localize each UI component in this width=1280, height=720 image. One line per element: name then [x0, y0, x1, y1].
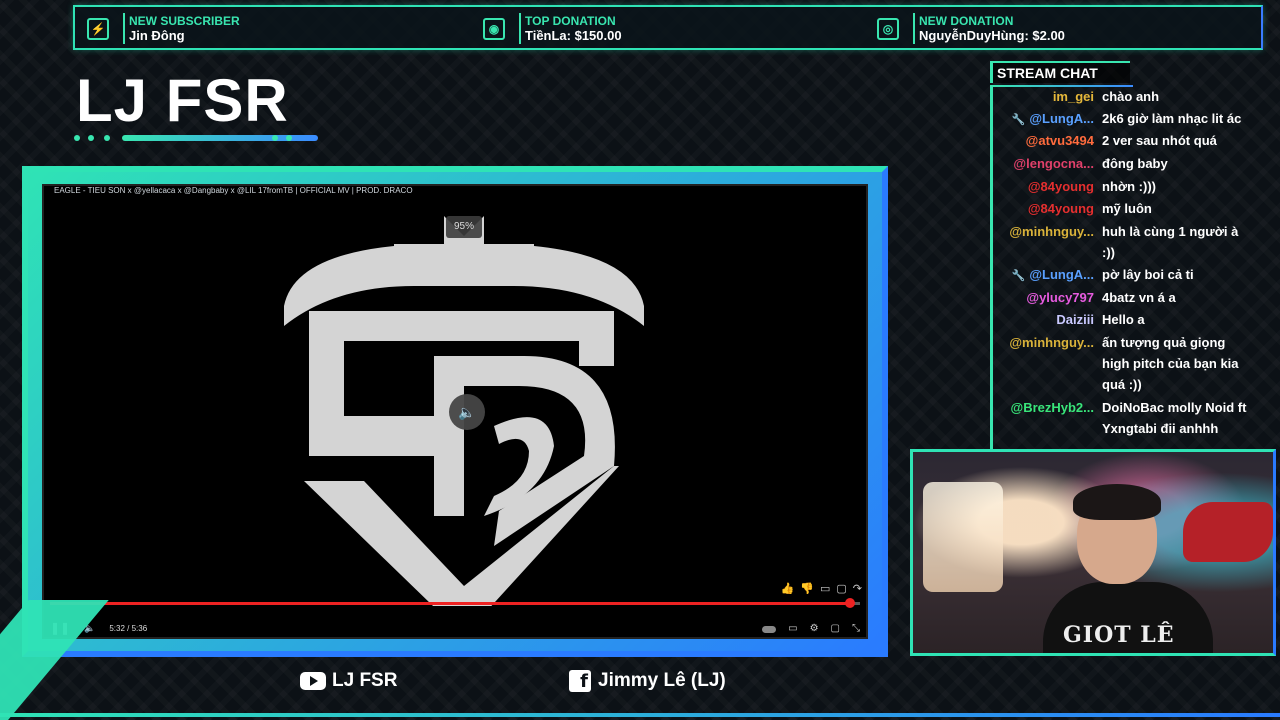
wrench-icon: 🔧	[1011, 114, 1026, 126]
chat-text: pờ lây boi cả ti	[1102, 267, 1194, 282]
comment-icon[interactable]: ▭	[820, 582, 830, 595]
webcam-feed: GIOT LÊ	[910, 449, 1276, 656]
wrench-icon: 🔧	[1011, 270, 1026, 282]
chat-list: im_gei chào anh 🔧 @LungA... 2k6 giờ làm nhạc…	[996, 88, 1280, 448]
dislike-icon[interactable]: 👎	[800, 582, 814, 595]
chat-title: STREAM CHAT	[997, 65, 1098, 81]
chat-text: 2 ver sau nhót quá	[1102, 133, 1217, 148]
chat-username[interactable]: @atvu3494	[996, 130, 1102, 151]
streamer: GIOT LÊ	[1043, 484, 1213, 653]
time-display: 5:32 / 5:36	[109, 623, 148, 633]
alert-top-donation: ◉ TOP DONATION TiềnLa: $150.00	[483, 13, 622, 44]
chat-message: @84young nhờn :)))	[996, 176, 1280, 197]
share-icon[interactable]: ↷	[853, 582, 862, 595]
alert-new-donation: ◎ NEW DONATION NguyễnDuyHùng: $2.00	[877, 13, 1065, 44]
alert-label: NEW SUBSCRIBER	[129, 13, 240, 28]
captions-icon[interactable]: ▭	[788, 623, 797, 634]
chat-message: Daiziii Hello a	[996, 309, 1280, 330]
title-underline	[74, 134, 318, 142]
chat-username[interactable]: im_gei	[996, 88, 1102, 107]
youtube-icon	[300, 672, 326, 690]
chat-username[interactable]: @84young	[996, 198, 1102, 219]
chat-message: @minhnguy... ấn tượng quả giọng high pitc…	[996, 332, 1280, 395]
chat-username[interactable]: 🔧 @LungA...	[996, 108, 1102, 131]
cash-icon: ◎	[877, 17, 899, 40]
alert-label: TOP DONATION	[525, 13, 616, 28]
fullscreen-exit-icon[interactable]: ⤡	[852, 623, 860, 634]
chat-message: 🔧 @LungA... pờ lây boi cả ti	[996, 264, 1280, 287]
chat-username[interactable]: 🔧 @LungA...	[996, 264, 1102, 287]
chat-text: nhờn :)))	[1102, 179, 1156, 194]
facebook-handle: Jimmy Lê (LJ)	[598, 670, 726, 691]
chat-text: 2k6 giờ làm nhạc lit ác	[1102, 111, 1242, 126]
chat-message: @atvu3494 2 ver sau nhót quá	[996, 130, 1280, 151]
chat-message: @lengocna... đông baby	[996, 153, 1280, 174]
chat-username[interactable]: @BrezHyb2...	[996, 397, 1102, 439]
youtube-handle: LJ FSR	[332, 670, 398, 691]
chat-text: DoiNoBac molly Noid ft Yxngtabi đii anhh…	[1102, 400, 1247, 436]
like-icon[interactable]: 👍	[781, 582, 795, 595]
chat-message: 🔧 @LungA... 2k6 giờ làm nhạc lit ác	[996, 108, 1280, 131]
chat-message: @ylucy797 4batz vn á a	[996, 287, 1280, 308]
video-title[interactable]: EAGLE - TIEU SON x @yellacaca x @Dangbab…	[54, 186, 413, 195]
video-player[interactable]: EAGLE - TIEU SON x @yellacaca x @Dangbab…	[42, 184, 868, 639]
alert-value: Jin Đông	[129, 27, 185, 43]
chat-message: @BrezHyb2... DoiNoBac molly Noid ft Yxngt…	[996, 397, 1280, 439]
chat-username[interactable]: @84young	[996, 176, 1102, 197]
miniplayer-icon[interactable]: ▢	[831, 623, 840, 634]
chat-text: huh là cùng 1 người à :))	[1102, 224, 1239, 260]
shirt-text: GIOT LÊ	[1063, 622, 1175, 648]
volume-icon[interactable]: 🔈	[449, 394, 485, 430]
alert-value: TiềnLa: $150.00	[525, 27, 622, 43]
chat-username[interactable]: @minhnguy...	[996, 221, 1102, 263]
footer-youtube[interactable]: LJ FSR	[300, 670, 397, 692]
autoplay-toggle[interactable]	[762, 625, 777, 633]
progress-knob[interactable]	[845, 598, 856, 608]
video-action-icons: 👍 👎 ▭ ▢ ↷	[781, 582, 862, 595]
chat-username-text: @LungA...	[1029, 267, 1094, 282]
camera-icon: ◉	[483, 17, 505, 40]
corner-decoration	[0, 600, 109, 720]
video-frame: EAGLE - TIEU SON x @yellacaca x @Dangbab…	[22, 166, 888, 657]
chat-icon[interactable]: ▢	[836, 582, 846, 595]
lightning-icon: ⚡	[87, 17, 109, 40]
footer-facebook[interactable]: f Jimmy Lê (LJ)	[569, 670, 726, 692]
chat-message: im_gei chào anh	[996, 88, 1280, 107]
chat-username[interactable]: @minhnguy...	[996, 332, 1102, 395]
player-controls: ❚❚ 🔈 5:32 / 5:36 ▭ ⚙ ▢ ⤡	[50, 618, 860, 638]
chat-text: ấn tượng quả giọng high pitch của bạn ki…	[1102, 335, 1239, 392]
chat-text: 4batz vn á a	[1102, 290, 1176, 305]
stream-chat-header: STREAM CHAT	[990, 61, 1133, 87]
settings-icon[interactable]: ⚙	[810, 623, 819, 634]
volume-badge: 95%	[446, 216, 482, 238]
channel-title: LJ FSR	[76, 67, 289, 134]
lamp-light	[923, 482, 1003, 592]
chat-username[interactable]: @lengocna...	[996, 153, 1102, 174]
chat-text: đông baby	[1102, 156, 1168, 171]
chat-message: @minhnguy... huh là cùng 1 người à :))	[996, 221, 1280, 263]
chat-rail	[990, 85, 993, 450]
chat-username[interactable]: Daiziii	[996, 309, 1102, 330]
chat-username-text: @LungA...	[1029, 111, 1094, 126]
bottom-accent-line	[0, 713, 1280, 717]
facebook-icon: f	[569, 670, 591, 692]
chat-text: Hello a	[1102, 312, 1145, 327]
progress-bar[interactable]	[50, 598, 860, 608]
alert-new-subscriber: ⚡ NEW SUBSCRIBER Jin Đông	[87, 13, 240, 44]
chat-username[interactable]: @ylucy797	[996, 287, 1102, 308]
alert-value: NguyễnDuyHùng: $2.00	[919, 27, 1065, 43]
chat-text: mỹ luôn	[1102, 201, 1152, 216]
chat-text: chào anh	[1102, 89, 1160, 104]
chat-message: @84young mỹ luôn	[996, 198, 1280, 219]
alert-label: NEW DONATION	[919, 13, 1014, 28]
alert-bar: ⚡ NEW SUBSCRIBER Jin Đông ◉ TOP DONATION…	[73, 5, 1263, 50]
